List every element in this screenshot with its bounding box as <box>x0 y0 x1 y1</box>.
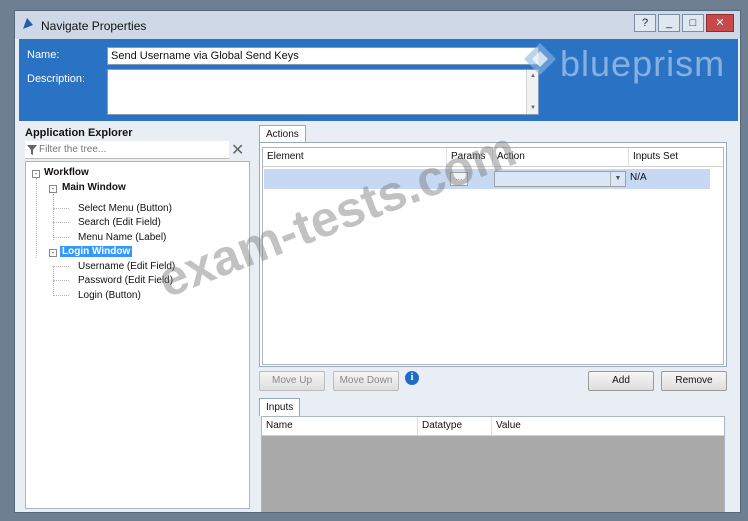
tab-inputs[interactable]: Inputs <box>259 398 301 416</box>
collapse-workflow-icon[interactable]: - <box>32 170 40 178</box>
application-tree: - Workflow - Main Window Select Menu (Bu… <box>25 161 250 509</box>
description-field[interactable]: ▲ ▼ <box>107 69 539 115</box>
tree-node-menu-name[interactable]: Menu Name (Label) <box>78 232 166 243</box>
tree-node-login[interactable]: Login (Button) <box>78 290 141 301</box>
add-button[interactable]: Add <box>588 371 654 391</box>
move-up-button[interactable]: Move Up <box>259 371 325 391</box>
remove-button[interactable]: Remove <box>661 371 727 391</box>
action-row[interactable]: ... ▼ N/A <box>264 169 710 189</box>
scroll-down-icon[interactable]: ▼ <box>530 105 536 111</box>
minimize-button[interactable]: _ <box>658 14 680 32</box>
row-inputs-set: N/A <box>630 172 647 183</box>
collapse-main-window-icon[interactable]: - <box>49 185 57 193</box>
description-label: Description: <box>27 73 86 85</box>
filter-funnel-icon <box>27 145 37 155</box>
action-dropdown[interactable]: ▼ <box>494 171 626 187</box>
column-datatype[interactable]: Datatype <box>418 417 492 435</box>
column-params[interactable]: Params <box>447 148 493 166</box>
navigate-properties-window: Navigate Properties ? _ □ ✕ Name: Send U… <box>14 10 741 513</box>
help-button[interactable]: ? <box>634 14 656 32</box>
window-title: Navigate Properties <box>41 19 147 33</box>
filter-tree-input[interactable] <box>25 141 229 159</box>
tree-node-main-window[interactable]: Main Window <box>62 182 126 193</box>
name-field[interactable]: Send Username via Global Send Keys <box>107 47 539 65</box>
logo-text: blueprism <box>560 43 726 84</box>
column-inputs-set[interactable]: Inputs Set <box>629 148 723 166</box>
tree-node-username[interactable]: Username (Edit Field) <box>78 261 175 272</box>
params-button[interactable]: ... <box>450 172 468 186</box>
move-down-button[interactable]: Move Down <box>333 371 399 391</box>
filter-bar: ✕ <box>25 141 245 159</box>
clear-filter-icon[interactable]: ✕ <box>231 140 244 160</box>
actions-grid: Element Params Action Inputs Set ... ▼ N… <box>262 147 724 365</box>
column-value[interactable]: Value <box>492 417 692 435</box>
maximize-button[interactable]: □ <box>682 14 704 32</box>
column-name[interactable]: Name <box>262 417 418 435</box>
tree-node-login-window[interactable]: Login Window <box>60 246 133 257</box>
actions-panel: Element Params Action Inputs Set ... ▼ N… <box>259 142 727 367</box>
collapse-login-window-icon[interactable]: - <box>49 249 57 257</box>
tree-node-select-menu[interactable]: Select Menu (Button) <box>78 203 172 214</box>
close-button[interactable]: ✕ <box>706 14 734 32</box>
application-explorer-title: Application Explorer <box>25 127 133 139</box>
column-element[interactable]: Element <box>263 148 447 166</box>
tree-node-password[interactable]: Password (Edit Field) <box>78 275 173 286</box>
inputs-grid: Name Datatype Value <box>261 416 725 512</box>
header-panel: Name: Send Username via Global Send Keys… <box>19 39 738 121</box>
tree-node-search[interactable]: Search (Edit Field) <box>78 217 161 228</box>
chevron-down-icon[interactable]: ▼ <box>610 172 625 186</box>
tab-actions[interactable]: Actions <box>259 125 306 143</box>
inputs-header: Name Datatype Value <box>262 417 724 436</box>
blueprism-app-icon <box>23 18 33 29</box>
title-bar: Navigate Properties ? _ □ ✕ <box>15 11 740 39</box>
info-icon[interactable]: i <box>405 371 419 385</box>
logo-icon <box>524 43 556 75</box>
name-label: Name: <box>27 49 60 61</box>
column-action[interactable]: Action <box>493 148 629 166</box>
tree-node-workflow[interactable]: Workflow <box>44 167 89 178</box>
